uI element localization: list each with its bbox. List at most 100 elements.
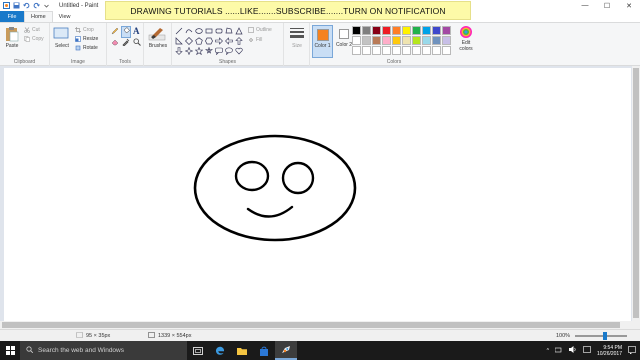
palette-swatch[interactable]: [422, 36, 431, 45]
notifications-icon[interactable]: [628, 345, 636, 356]
paste-button[interactable]: Paste: [4, 26, 20, 54]
palette-swatch[interactable]: [352, 26, 361, 35]
customize-dropdown-icon[interactable]: [43, 2, 50, 9]
color1-button[interactable]: Color 1: [312, 25, 333, 58]
file-explorer-icon[interactable]: [231, 341, 253, 360]
tab-home[interactable]: Home: [24, 11, 53, 22]
pencil-icon[interactable]: [111, 27, 119, 37]
eraser-icon[interactable]: [111, 38, 119, 48]
palette-swatch[interactable]: [432, 26, 441, 35]
tray-chevron-icon[interactable]: ^: [547, 348, 549, 354]
palette-swatch[interactable]: [412, 46, 421, 55]
palette-swatch[interactable]: [402, 46, 411, 55]
select-button[interactable]: Select: [53, 26, 73, 54]
horizontal-scroll-thumb[interactable]: [2, 322, 620, 328]
palette-swatch[interactable]: [412, 26, 421, 35]
redo-icon[interactable]: [33, 2, 40, 9]
palette-swatch[interactable]: [442, 46, 451, 55]
color-picker-icon[interactable]: [122, 38, 130, 48]
palette-swatch[interactable]: [382, 26, 391, 35]
cut-button[interactable]: Cut: [24, 27, 40, 33]
rotate-button[interactable]: Rotate: [75, 45, 98, 51]
down-arrow-shape-icon[interactable]: [174, 46, 183, 55]
callout-oval-shape-icon[interactable]: [224, 46, 233, 55]
line-shape-icon[interactable]: [174, 26, 183, 35]
network-icon[interactable]: [554, 346, 563, 355]
brushes-button[interactable]: Brushes: [148, 26, 168, 56]
callout-rounded-shape-icon[interactable]: [214, 46, 223, 55]
five-point-star-shape-icon[interactable]: [194, 46, 203, 55]
hexagon-shape-icon[interactable]: [204, 36, 213, 45]
store-icon[interactable]: [253, 341, 275, 360]
palette-swatch[interactable]: [422, 26, 431, 35]
triangle-shape-icon[interactable]: [234, 26, 243, 35]
tab-view[interactable]: View: [53, 11, 77, 22]
minimize-button[interactable]: —: [574, 0, 596, 11]
curve-shape-icon[interactable]: [184, 26, 193, 35]
text-tool-icon[interactable]: A: [133, 26, 140, 36]
right-arrow-shape-icon[interactable]: [214, 36, 223, 45]
vertical-scroll-thumb[interactable]: [633, 68, 639, 318]
palette-swatch[interactable]: [402, 36, 411, 45]
copy-button[interactable]: Copy: [24, 36, 44, 42]
task-view-icon[interactable]: [187, 341, 209, 360]
right-triangle-shape-icon[interactable]: [174, 36, 183, 45]
rectangle-shape-icon[interactable]: [204, 26, 213, 35]
drawing-canvas[interactable]: [4, 68, 631, 323]
volume-icon[interactable]: [568, 346, 577, 355]
edit-colors-button[interactable]: Edit colors: [456, 25, 476, 58]
palette-swatch[interactable]: [372, 36, 381, 45]
language-icon[interactable]: [583, 346, 591, 355]
tab-file[interactable]: File: [0, 11, 24, 22]
magnifier-icon[interactable]: [133, 38, 141, 48]
palette-swatch[interactable]: [362, 26, 371, 35]
save-icon[interactable]: [13, 2, 20, 9]
palette-swatch[interactable]: [442, 26, 451, 35]
six-point-star-shape-icon[interactable]: [204, 46, 213, 55]
palette-swatch[interactable]: [372, 26, 381, 35]
rounded-rectangle-shape-icon[interactable]: [214, 26, 223, 35]
color2-button[interactable]: Color 2: [334, 25, 354, 58]
outline-dropdown[interactable]: Outline: [248, 27, 272, 33]
palette-swatch[interactable]: [352, 46, 361, 55]
palette-swatch[interactable]: [402, 26, 411, 35]
palette-swatch[interactable]: [362, 46, 371, 55]
edge-browser-icon[interactable]: [209, 341, 231, 360]
maximize-button[interactable]: ☐: [596, 0, 618, 11]
palette-swatch[interactable]: [352, 36, 361, 45]
zoom-slider[interactable]: [575, 335, 627, 337]
oval-shape-icon[interactable]: [194, 26, 203, 35]
start-button[interactable]: [0, 341, 20, 360]
palette-swatch[interactable]: [422, 46, 431, 55]
palette-swatch[interactable]: [442, 36, 451, 45]
zoom-slider-thumb[interactable]: [603, 332, 607, 340]
palette-swatch[interactable]: [372, 46, 381, 55]
palette-swatch[interactable]: [382, 46, 391, 55]
palette-swatch[interactable]: [362, 36, 371, 45]
diamond-shape-icon[interactable]: [184, 36, 193, 45]
fill-dropdown[interactable]: Fill: [248, 37, 262, 43]
fill-bucket-icon[interactable]: [121, 26, 131, 38]
size-button[interactable]: Size: [289, 27, 305, 57]
pentagon-shape-icon[interactable]: [194, 36, 203, 45]
color-palette[interactable]: [352, 26, 451, 55]
palette-swatch[interactable]: [432, 36, 441, 45]
palette-swatch[interactable]: [392, 46, 401, 55]
palette-swatch[interactable]: [392, 36, 401, 45]
taskbar-search[interactable]: Search the web and Windows: [20, 341, 187, 360]
heart-shape-icon[interactable]: [234, 46, 243, 55]
four-point-star-shape-icon[interactable]: [184, 46, 193, 55]
polygon-shape-icon[interactable]: [224, 26, 233, 35]
paint-taskbar-icon[interactable]: [275, 341, 297, 360]
palette-swatch[interactable]: [432, 46, 441, 55]
crop-button[interactable]: Crop: [75, 27, 94, 33]
resize-button[interactable]: Resize: [75, 36, 98, 42]
palette-swatch[interactable]: [412, 36, 421, 45]
left-arrow-shape-icon[interactable]: [224, 36, 233, 45]
vertical-scrollbar[interactable]: [632, 66, 640, 330]
horizontal-scrollbar[interactable]: [0, 321, 632, 329]
taskbar-clock[interactable]: 9:54 PM 10/26/2017: [597, 345, 622, 357]
close-button[interactable]: ✕: [618, 0, 640, 11]
shapes-gallery[interactable]: [174, 26, 243, 55]
undo-icon[interactable]: [23, 2, 30, 9]
